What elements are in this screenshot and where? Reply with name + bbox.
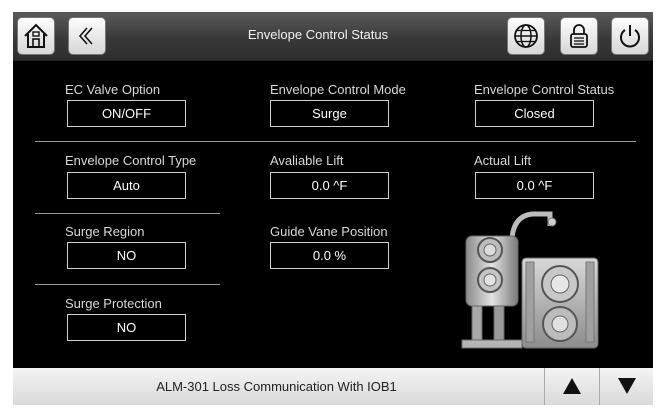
arrow-down-icon (618, 378, 636, 394)
ec-valve-option-label: EC Valve Option (65, 82, 161, 97)
hmi-screen: Envelope Control Status EC Valve Option … (13, 12, 653, 405)
guide-vane-position-value[interactable]: 0.0 % (270, 242, 389, 269)
language-button[interactable] (507, 17, 545, 55)
home-icon (24, 23, 48, 48)
guide-vane-position-label: Guide Vane Position (270, 224, 388, 239)
top-bar: Envelope Control Status (13, 12, 653, 61)
globe-icon (514, 24, 538, 48)
actual-lift-label: Actual Lift (474, 153, 532, 168)
chiller-illustration (461, 211, 599, 349)
back-button[interactable] (68, 17, 106, 55)
available-lift-label: Avaliable Lift (270, 153, 344, 168)
envelope-control-type-label: Envelope Control Type (65, 153, 197, 168)
envelope-control-mode-value[interactable]: Surge (270, 100, 389, 127)
lock-button[interactable] (560, 17, 598, 55)
arrow-up-icon (563, 378, 581, 394)
scroll-down-button[interactable] (599, 368, 653, 405)
ec-valve-option-value[interactable]: ON/OFF (67, 100, 186, 127)
envelope-control-mode-label: Envelope Control Mode (270, 82, 406, 97)
power-button[interactable] (611, 17, 649, 55)
envelope-control-type-value[interactable]: Auto (67, 172, 186, 199)
back-icon (78, 27, 93, 45)
power-icon (620, 25, 640, 48)
surge-region-label: Surge Region (65, 224, 145, 239)
scroll-up-button[interactable] (544, 368, 598, 405)
surge-protection-label: Surge Protection (65, 296, 162, 311)
alarm-message[interactable]: ALM-301 Loss Communication With IOB1 (13, 368, 540, 405)
surge-region-value[interactable]: NO (67, 242, 186, 269)
divider (35, 284, 220, 285)
alarm-bar: ALM-301 Loss Communication With IOB1 (13, 368, 653, 405)
actual-lift-value[interactable]: 0.0 ^F (475, 172, 594, 199)
envelope-control-status-label: Envelope Control Status (474, 82, 615, 97)
home-button[interactable] (17, 17, 55, 55)
page-title: Envelope Control Status (247, 27, 389, 42)
lock-icon (570, 24, 588, 48)
available-lift-value[interactable]: 0.0 ^F (270, 172, 389, 199)
surge-protection-value[interactable]: NO (67, 314, 186, 341)
divider (35, 141, 636, 142)
envelope-control-status-value[interactable]: Closed (475, 100, 594, 127)
divider (35, 213, 220, 214)
